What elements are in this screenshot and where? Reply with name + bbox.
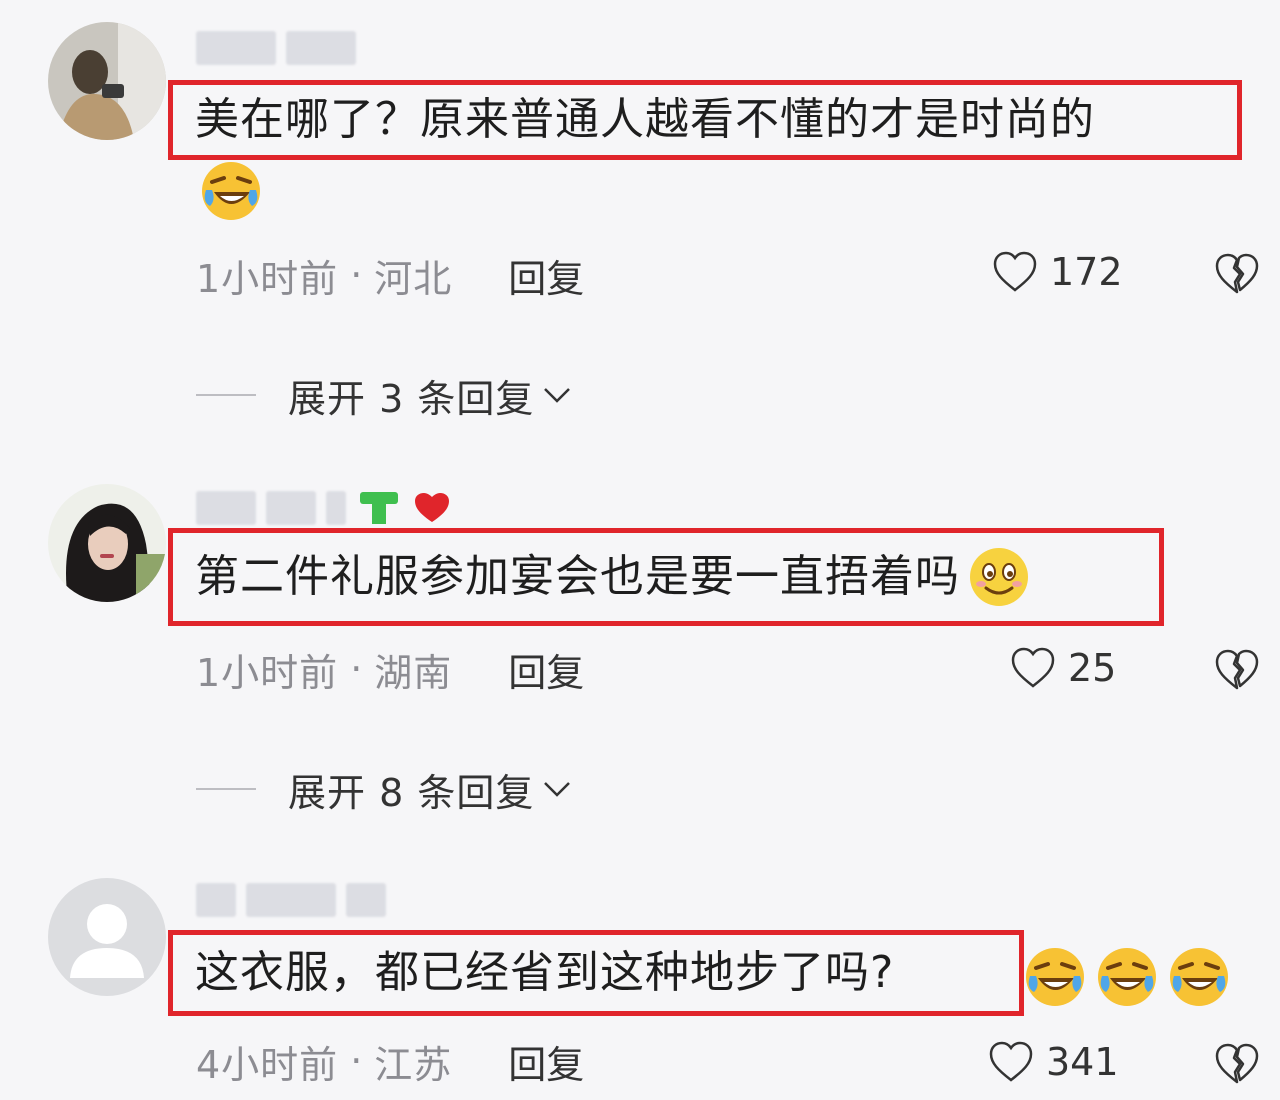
comment-highlight-box: 第二件礼服参加宴会也是要一直捂着吗 [168, 528, 1164, 626]
comment-highlight-box: 这衣服，都已经省到这种地步了吗? [168, 930, 1024, 1016]
chevron-down-icon [544, 782, 571, 797]
reply-button[interactable]: 回复 [508, 1034, 584, 1089]
expand-replies-label: 展开 8 条回复 [288, 770, 535, 815]
comment-time: 1小时前 [196, 256, 339, 301]
meta-separator: · [350, 1039, 363, 1083]
heart-outline-icon [1011, 647, 1055, 688]
comment-location: 江苏 [374, 1042, 453, 1087]
laugh-cry-emoji-icon [200, 160, 262, 222]
username[interactable] [196, 882, 386, 918]
like-count: 25 [1068, 646, 1117, 690]
avatar[interactable] [48, 484, 166, 602]
heart-badge-icon [415, 493, 449, 522]
meta-separator: · [350, 253, 363, 297]
comment-text: 这衣服，都已经省到这种地步了吗? [195, 947, 895, 998]
laugh-cry-emoji-icon [1026, 948, 1084, 1006]
like-button[interactable]: 172 [992, 250, 1123, 294]
dislike-button[interactable] [1214, 648, 1260, 694]
like-button[interactable]: 25 [1010, 646, 1116, 690]
broken-heart-icon [1215, 253, 1259, 294]
divider [196, 394, 256, 396]
username[interactable] [196, 490, 452, 526]
dislike-button[interactable] [1214, 1042, 1260, 1088]
like-count: 172 [1050, 250, 1123, 294]
dislike-button[interactable] [1214, 252, 1260, 298]
avatar[interactable] [48, 878, 166, 996]
divider [196, 788, 256, 790]
reply-button[interactable]: 回复 [508, 248, 584, 303]
expand-replies[interactable]: 展开 8 条回复 [196, 764, 572, 815]
meta-separator: · [350, 647, 363, 691]
like-button[interactable]: 341 [988, 1040, 1119, 1084]
comment-location: 湖南 [374, 650, 453, 695]
comment-time: 4小时前 [196, 1042, 339, 1087]
broken-heart-icon [1215, 1043, 1259, 1084]
comment-highlight-box: 美在哪了？原来普通人越看不懂的才是时尚的 [168, 80, 1242, 160]
like-count: 341 [1046, 1040, 1119, 1084]
expand-replies[interactable]: 展开 3 条回复 [196, 370, 572, 421]
emoji-group [1024, 946, 1230, 1008]
reply-button[interactable]: 回复 [508, 642, 584, 697]
comment-location: 河北 [374, 256, 453, 301]
heart-outline-icon [993, 251, 1037, 292]
expand-replies-label: 展开 3 条回复 [288, 376, 535, 421]
comment-text: 第二件礼服参加宴会也是要一直捂着吗 [195, 551, 960, 602]
laugh-cry-emoji-icon [1098, 948, 1156, 1006]
laugh-cry-emoji-icon [1170, 948, 1228, 1006]
broken-heart-icon [1215, 649, 1259, 690]
chevron-down-icon [544, 388, 571, 403]
comment-text: 美在哪了？原来普通人越看不懂的才是时尚的 [195, 94, 1095, 145]
username[interactable] [196, 30, 356, 66]
heart-outline-icon [989, 1041, 1033, 1082]
comment-time: 1小时前 [196, 650, 339, 695]
medal-badge-icon [360, 492, 398, 524]
avatar[interactable] [48, 22, 166, 140]
smile-emoji-icon [968, 546, 1030, 608]
